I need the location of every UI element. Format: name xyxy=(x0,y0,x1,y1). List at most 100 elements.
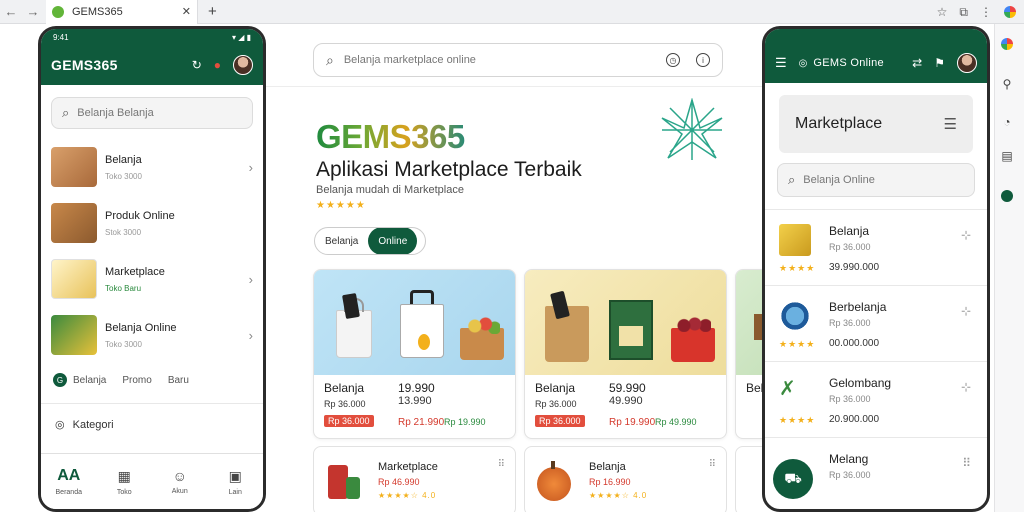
item-name: Produk Online xyxy=(105,209,175,222)
chevron-right-icon: › xyxy=(248,159,253,175)
list-item[interactable]: Berbelanja Rp 36.000 ★★★★ 00.000.000 ⊹ xyxy=(765,285,987,361)
product-image xyxy=(525,270,726,375)
browser-side-panel: ⚲ ◔ ▤ xyxy=(994,24,1024,512)
member-price: Rp 49.990 xyxy=(655,417,697,427)
more-options-icon[interactable]: ⠿ xyxy=(498,459,505,470)
discount-badge: Rp 36.000 xyxy=(535,415,585,427)
refresh-icon[interactable]: ↻ xyxy=(192,58,202,72)
list-item[interactable]: Belanja Rp 36.000 ★★★★ 39.990.000 ⊹ xyxy=(765,209,987,285)
chevron-right-icon: › xyxy=(248,327,253,343)
status-bar xyxy=(765,29,987,43)
quick-link[interactable]: G Belanja xyxy=(53,373,106,387)
section-header: Marketplace ☰ xyxy=(779,95,973,153)
app-bar: GEMS365 ↻ ● xyxy=(41,45,263,85)
item-rating: ★★★★ xyxy=(779,415,816,425)
quick-link[interactable]: Baru xyxy=(168,375,189,386)
chevron-right-icon: › xyxy=(248,271,253,287)
product-card[interactable]: Belanja 59.990 Rp 36.000 49.990 Rp 36.00… xyxy=(524,269,727,439)
section-title: Marketplace xyxy=(795,115,883,132)
toggle-option-shop[interactable]: Belanja xyxy=(315,228,368,254)
list-item[interactable]: Belanja Online Toko 3000 › xyxy=(41,307,263,363)
avatar[interactable] xyxy=(957,53,977,73)
product-price: Rp 16.990 xyxy=(589,477,631,487)
history-icon[interactable]: ◔ xyxy=(999,114,1015,130)
product-title: Marketplace xyxy=(378,461,438,473)
list-item[interactable]: ✗ Gelombang Rp 36.000 ★★★★ 20.900.000 ⊹ xyxy=(765,361,987,437)
sale-price: Rp 19.990 xyxy=(609,417,656,428)
search-placeholder: Belanja marketplace online xyxy=(343,54,476,66)
bookmark-icon[interactable]: ☆ xyxy=(937,5,948,19)
forward-button[interactable]: → xyxy=(22,0,44,24)
list-item[interactable]: Produk Online Stok 3000 xyxy=(41,195,263,251)
search-input[interactable]: ⌕ Belanja Belanja xyxy=(51,97,253,129)
item-name: Belanja xyxy=(829,224,870,238)
extensions-icon[interactable]: ⧉ xyxy=(959,5,968,20)
product-price-alt: 13.990 xyxy=(398,395,432,407)
item-sub: Rp 36.000 xyxy=(829,470,871,480)
close-tab-icon[interactable]: ✕ xyxy=(182,5,191,18)
back-button[interactable]: ← xyxy=(0,0,22,24)
search-icon: ⌕ xyxy=(326,51,334,68)
share-icon[interactable]: ⊹ xyxy=(961,380,971,394)
member-price: Rp 19.990 xyxy=(444,417,486,427)
tab-title: GEMS365 xyxy=(72,5,123,18)
product-thumbnail xyxy=(51,203,97,243)
item-sub: Toko 3000 xyxy=(105,171,142,181)
info-icon[interactable]: i xyxy=(696,53,710,67)
category-row[interactable]: ◎ Kategori xyxy=(41,410,263,439)
menu-icon[interactable]: ☰ xyxy=(944,115,957,133)
item-name: Gelombang xyxy=(829,376,892,390)
reading-list-icon[interactable]: ▤ xyxy=(999,148,1015,164)
tag-icon: ◎ xyxy=(55,419,65,431)
timer-icon[interactable]: ◷ xyxy=(666,53,680,67)
more-options-icon[interactable]: ⠿ xyxy=(962,456,971,470)
quick-links: G Belanja Promo Baru xyxy=(41,363,263,397)
product-card-small[interactable]: Marketplace Rp 46.990 ★★★★☆ 4.0 ⠿ xyxy=(313,446,516,512)
divider xyxy=(41,403,263,404)
favicon-icon xyxy=(52,5,64,18)
notification-icon[interactable]: ● xyxy=(214,58,221,72)
product-thumbnail xyxy=(779,300,811,332)
cart-fab-button[interactable]: ⛟ xyxy=(773,459,813,499)
share-icon[interactable]: ⊹ xyxy=(961,304,971,318)
rating-stars: ★★★★★ xyxy=(316,200,366,211)
item-rating: ★★★★ xyxy=(779,339,816,349)
hamburger-menu-icon[interactable]: ☰ xyxy=(775,55,787,71)
item-sub: Stok 3000 xyxy=(105,227,142,237)
bookmark-icon[interactable]: ⚑ xyxy=(934,56,945,70)
account-icon: ☺ xyxy=(172,468,187,484)
avatar[interactable] xyxy=(233,55,253,75)
status-time: 9:41 xyxy=(53,32,69,42)
list-item[interactable]: Marketplace Toko Baru › xyxy=(41,251,263,307)
share-icon[interactable]: ⊹ xyxy=(961,228,971,242)
search-input[interactable]: ⌕ Belanja Online xyxy=(777,163,975,197)
main-search-input[interactable]: ⌕ Belanja marketplace online ◷ i xyxy=(313,43,723,77)
google-icon[interactable] xyxy=(999,36,1015,52)
share-icon[interactable]: ⇄ xyxy=(912,56,922,70)
page-headline: Aplikasi Marketplace Terbaik xyxy=(316,158,582,181)
new-tab-button[interactable]: + xyxy=(208,3,217,20)
page-subtitle: Belanja mudah di Marketplace xyxy=(316,184,464,196)
more-options-icon[interactable]: ⠿ xyxy=(709,459,716,470)
cart-icon: ⛟ xyxy=(784,469,802,486)
nav-account[interactable]: ☺ Akun xyxy=(152,454,208,509)
browser-tab[interactable]: GEMS365 ✕ xyxy=(46,0,198,24)
menu-icon[interactable]: ⋮ xyxy=(980,5,992,19)
pin-icon[interactable]: ⚲ xyxy=(999,76,1015,92)
profile-icon[interactable] xyxy=(1004,6,1016,18)
product-card-small[interactable]: Belanja Rp 16.990 ★★★★☆ 4.0 ⠿ xyxy=(524,446,727,512)
item-sub: Rp 36.000 xyxy=(829,394,871,404)
mode-toggle[interactable]: Belanja Online xyxy=(314,227,426,255)
browser-tabbar: ← → GEMS365 ✕ + ☆ ⧉ ⋮ xyxy=(0,0,1024,24)
nav-store[interactable]: ▦ Toko xyxy=(97,454,153,509)
toggle-option-online[interactable]: Online xyxy=(368,228,418,254)
list-item[interactable]: Belanja Toko 3000 › xyxy=(41,139,263,195)
left-phone-mockup: 9:41 ▾ ◢ ▮ GEMS365 ↻ ● ⌕ Belanja Belanja… xyxy=(38,26,266,512)
product-card[interactable]: Belanja 19.990 Rp 36.000 13.990 Rp 36.00… xyxy=(313,269,516,439)
nav-home[interactable]: AA Beranda xyxy=(41,454,97,509)
search-icon: ⌕ xyxy=(62,105,70,120)
app-icon[interactable] xyxy=(999,188,1015,204)
item-sub: Toko 3000 xyxy=(105,339,142,349)
nav-more[interactable]: ▣ Lain xyxy=(208,454,264,509)
quick-link[interactable]: Promo xyxy=(122,375,151,386)
